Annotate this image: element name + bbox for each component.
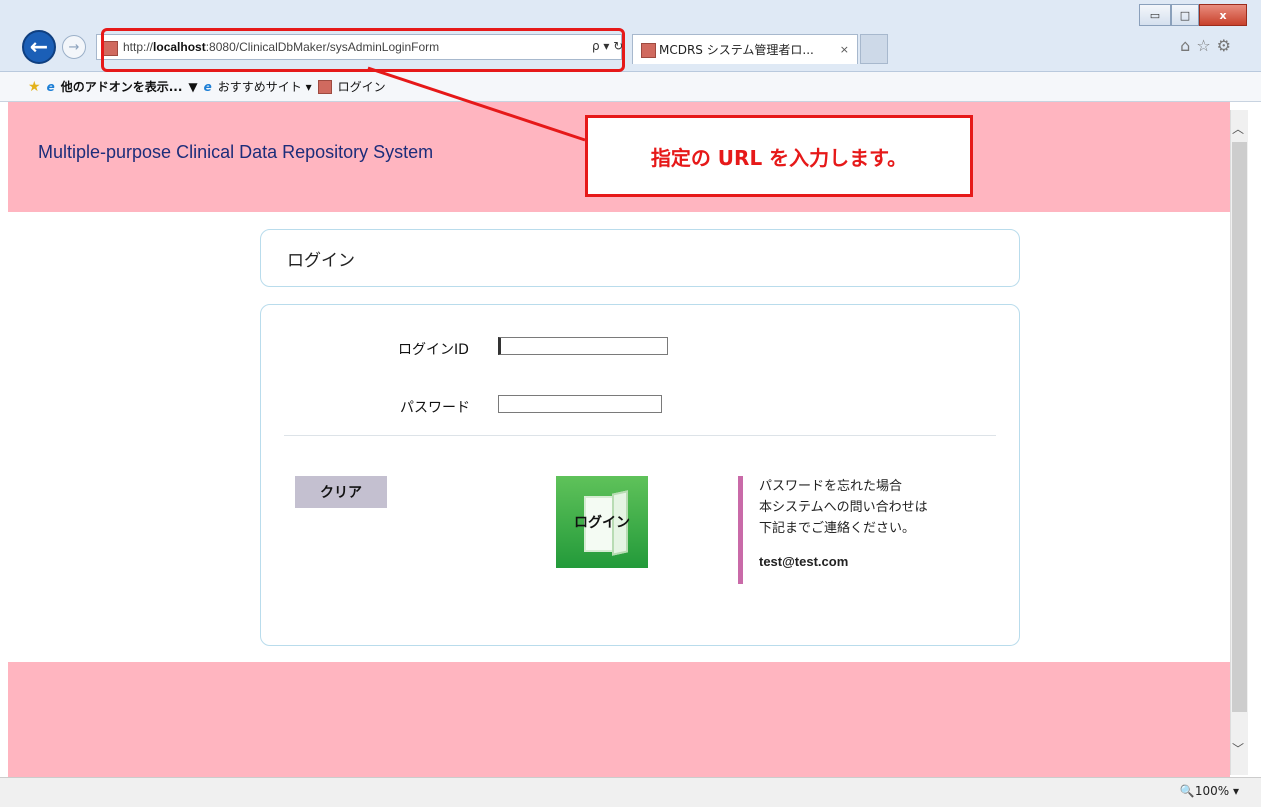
status-bar <box>0 777 1261 807</box>
chevron-down-icon[interactable]: ﹀ <box>1232 740 1244 757</box>
scrollbar-thumb[interactable] <box>1232 142 1247 712</box>
zoom-level[interactable]: 🔍100% ▾ <box>1180 784 1239 798</box>
annotation-callout: 指定の URL を入力します。 <box>585 115 973 197</box>
chevron-up-icon[interactable]: ︿ <box>1232 120 1244 137</box>
